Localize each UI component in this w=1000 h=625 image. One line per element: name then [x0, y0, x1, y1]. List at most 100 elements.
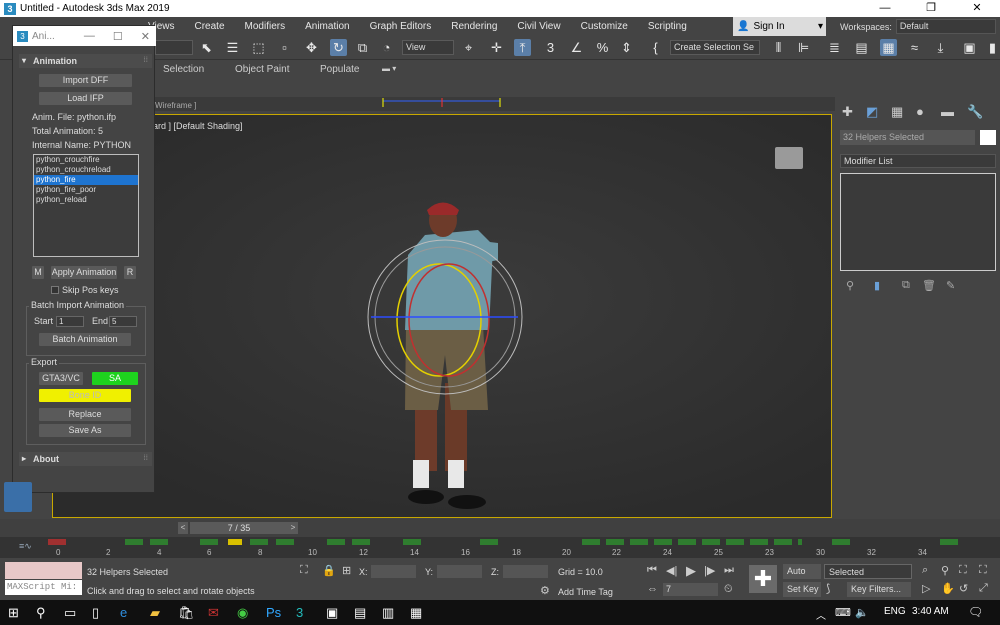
modify-tab-icon[interactable]: ◩ — [866, 104, 878, 120]
m-button[interactable]: M — [32, 266, 44, 279]
time-slider-thumb[interactable]: 7 / 35 — [190, 522, 288, 534]
maximize-viewport-icon[interactable]: ⤢ — [979, 582, 988, 595]
hierarchy-tab-icon[interactable]: ▦ — [891, 104, 903, 120]
maximize-button[interactable]: ❐ — [908, 0, 954, 17]
keyboard-shortcut-icon[interactable]: ⤒ — [514, 39, 531, 56]
layer-explorer-icon[interactable]: ≣ — [826, 39, 843, 56]
spinner-snap-icon[interactable]: ⇕ — [618, 39, 635, 56]
move-icon[interactable]: ✥ — [303, 39, 320, 56]
mirror-icon[interactable]: ⫴ — [770, 39, 787, 56]
tray-arrow-icon[interactable]: ︿ — [816, 607, 826, 622]
next-frame-icon[interactable]: |▶ — [704, 564, 715, 577]
zoom-all-icon[interactable]: ⚲ — [941, 564, 949, 577]
named-selection-sets-dropdown[interactable]: Create Selection Se — [670, 40, 760, 55]
animation-list[interactable]: python_crouchfire python_crouchreload py… — [33, 154, 139, 257]
time-tag-icon[interactable]: ⚙ — [540, 584, 550, 597]
go-to-start-icon[interactable]: ⏮ — [647, 564, 657, 577]
ribbon-tab-populate[interactable]: Populate — [320, 64, 359, 75]
display-tab-icon[interactable]: ▬ — [941, 104, 954, 119]
edge-icon[interactable]: e — [120, 605, 127, 620]
rect-selection-icon[interactable]: ⬚ — [250, 39, 267, 56]
remove-modifier-icon[interactable]: 🗑 — [922, 279, 936, 292]
key-marker[interactable] — [403, 539, 421, 545]
key-marker[interactable] — [940, 539, 958, 545]
y-coordinate-field[interactable] — [437, 565, 482, 578]
key-filters-button[interactable]: Key Filters... — [847, 582, 911, 597]
motion-tab-icon[interactable]: ● — [916, 104, 924, 119]
key-marker[interactable] — [250, 539, 268, 545]
maxscript-listener-output[interactable] — [5, 562, 82, 579]
panel-close-button[interactable]: ✕ — [141, 30, 150, 43]
zoom-extents-all-icon[interactable]: ⛶ — [979, 564, 987, 577]
start-spinner[interactable]: 1 — [56, 316, 84, 327]
current-frame-marker[interactable] — [228, 539, 242, 545]
ribbon-options-icon[interactable]: ▬ ▾ — [382, 64, 396, 73]
viewport-layout-icon[interactable] — [4, 482, 32, 512]
track-bar[interactable]: ≡∿ 0 2 4 6 8 10 12 14 16 18 20 22 24 25 … — [0, 537, 1000, 558]
key-marker[interactable] — [150, 539, 168, 545]
file-explorer-icon[interactable]: ▰ — [150, 605, 160, 621]
percent-snap-icon[interactable]: % — [594, 39, 611, 56]
list-item[interactable]: python_reload — [34, 195, 138, 205]
zoom-icon[interactable]: ⌕ — [922, 564, 928, 577]
absolute-mode-icon[interactable]: ⊞ — [342, 564, 351, 577]
key-marker[interactable] — [276, 539, 294, 545]
list-item[interactable]: python_crouchreload — [34, 165, 138, 175]
menu-customize[interactable]: Customize — [571, 21, 638, 32]
next-frame-button[interactable]: > — [288, 522, 298, 534]
angle-snap-icon[interactable]: ∠ — [568, 39, 585, 56]
list-item[interactable]: python_crouchfire — [34, 155, 138, 165]
x-coordinate-field[interactable] — [371, 565, 416, 578]
search-icon[interactable]: ⚲ — [36, 605, 46, 621]
select-by-name-icon[interactable]: ☰ — [224, 39, 241, 56]
start-icon[interactable]: ⊞ — [8, 605, 19, 621]
zoom-extents-icon[interactable]: ⛶ — [959, 564, 967, 577]
save-as-button[interactable]: Save As — [39, 424, 131, 437]
lock-selection-icon[interactable]: 🔒 — [322, 564, 336, 577]
previous-frame-icon[interactable]: ◀| — [666, 564, 677, 577]
isolate-selection-icon[interactable]: ⛶ — [300, 564, 308, 577]
gta3vc-button[interactable]: GTA3/VC — [39, 372, 83, 385]
volume-icon[interactable]: 🔈 — [855, 606, 869, 619]
material-editor-icon[interactable]: ⤓ — [932, 39, 949, 56]
key-marker[interactable] — [832, 539, 850, 545]
taskbar-app-icon[interactable]: ▤ — [354, 605, 366, 621]
scale-icon[interactable]: ⧉ — [354, 39, 371, 56]
key-marker[interactable] — [125, 539, 143, 545]
store-icon[interactable]: 🛍 — [178, 605, 195, 621]
language-indicator[interactable]: ENG — [884, 606, 906, 617]
key-marker[interactable] — [200, 539, 218, 545]
taskbar-app-icon[interactable]: ▯ — [92, 605, 99, 621]
pin-stack-icon[interactable]: ⚲ — [846, 279, 854, 292]
snap-3d-icon[interactable]: 3 — [542, 39, 559, 56]
key-selection-dropdown[interactable]: Selected — [824, 564, 912, 579]
time-configuration-icon[interactable]: ⏲ — [724, 583, 733, 596]
load-ifp-button[interactable]: Load IFP — [39, 92, 132, 105]
key-mode-toggle-icon[interactable]: ⇔ — [647, 583, 658, 595]
open-mini-curve-editor-icon[interactable]: ≡∿ — [19, 541, 32, 552]
chrome-icon[interactable]: ◉ — [237, 605, 248, 621]
ribbon-tab-object-paint[interactable]: Object Paint — [235, 64, 289, 75]
go-to-end-icon[interactable]: ⏭ — [724, 564, 734, 577]
key-marker[interactable] — [48, 539, 66, 545]
render-setup-icon[interactable]: ▣ — [961, 39, 978, 56]
sa-button[interactable]: SA — [92, 372, 138, 385]
photoshop-icon[interactable]: Ps — [266, 605, 281, 620]
key-markers-group[interactable] — [582, 539, 802, 545]
configure-sets-icon[interactable]: ✎ — [946, 279, 955, 292]
menu-animation[interactable]: Animation — [295, 21, 359, 32]
default-in-out-tangents-icon[interactable]: ⟆ — [826, 582, 830, 595]
select-object-icon[interactable]: ⬉ — [198, 39, 215, 56]
menu-scripting[interactable]: Scripting — [638, 21, 697, 32]
menu-modifiers[interactable]: Modifiers — [235, 21, 296, 32]
play-icon[interactable]: ▶ — [686, 563, 696, 579]
replace-button[interactable]: Replace — [39, 408, 131, 421]
align-icon[interactable]: ⊫ — [795, 39, 812, 56]
panel-minimize-button[interactable]: — — [84, 30, 95, 43]
taskbar-app-icon[interactable]: ▣ — [326, 605, 338, 621]
filter-dropdown[interactable] — [155, 40, 193, 55]
taskbar-app-icon[interactable]: ▦ — [410, 605, 422, 621]
list-item[interactable]: python_fire_poor — [34, 185, 138, 195]
menu-graph-editors[interactable]: Graph Editors — [360, 21, 442, 32]
edit-named-selection-icon[interactable]: { — [647, 39, 664, 56]
